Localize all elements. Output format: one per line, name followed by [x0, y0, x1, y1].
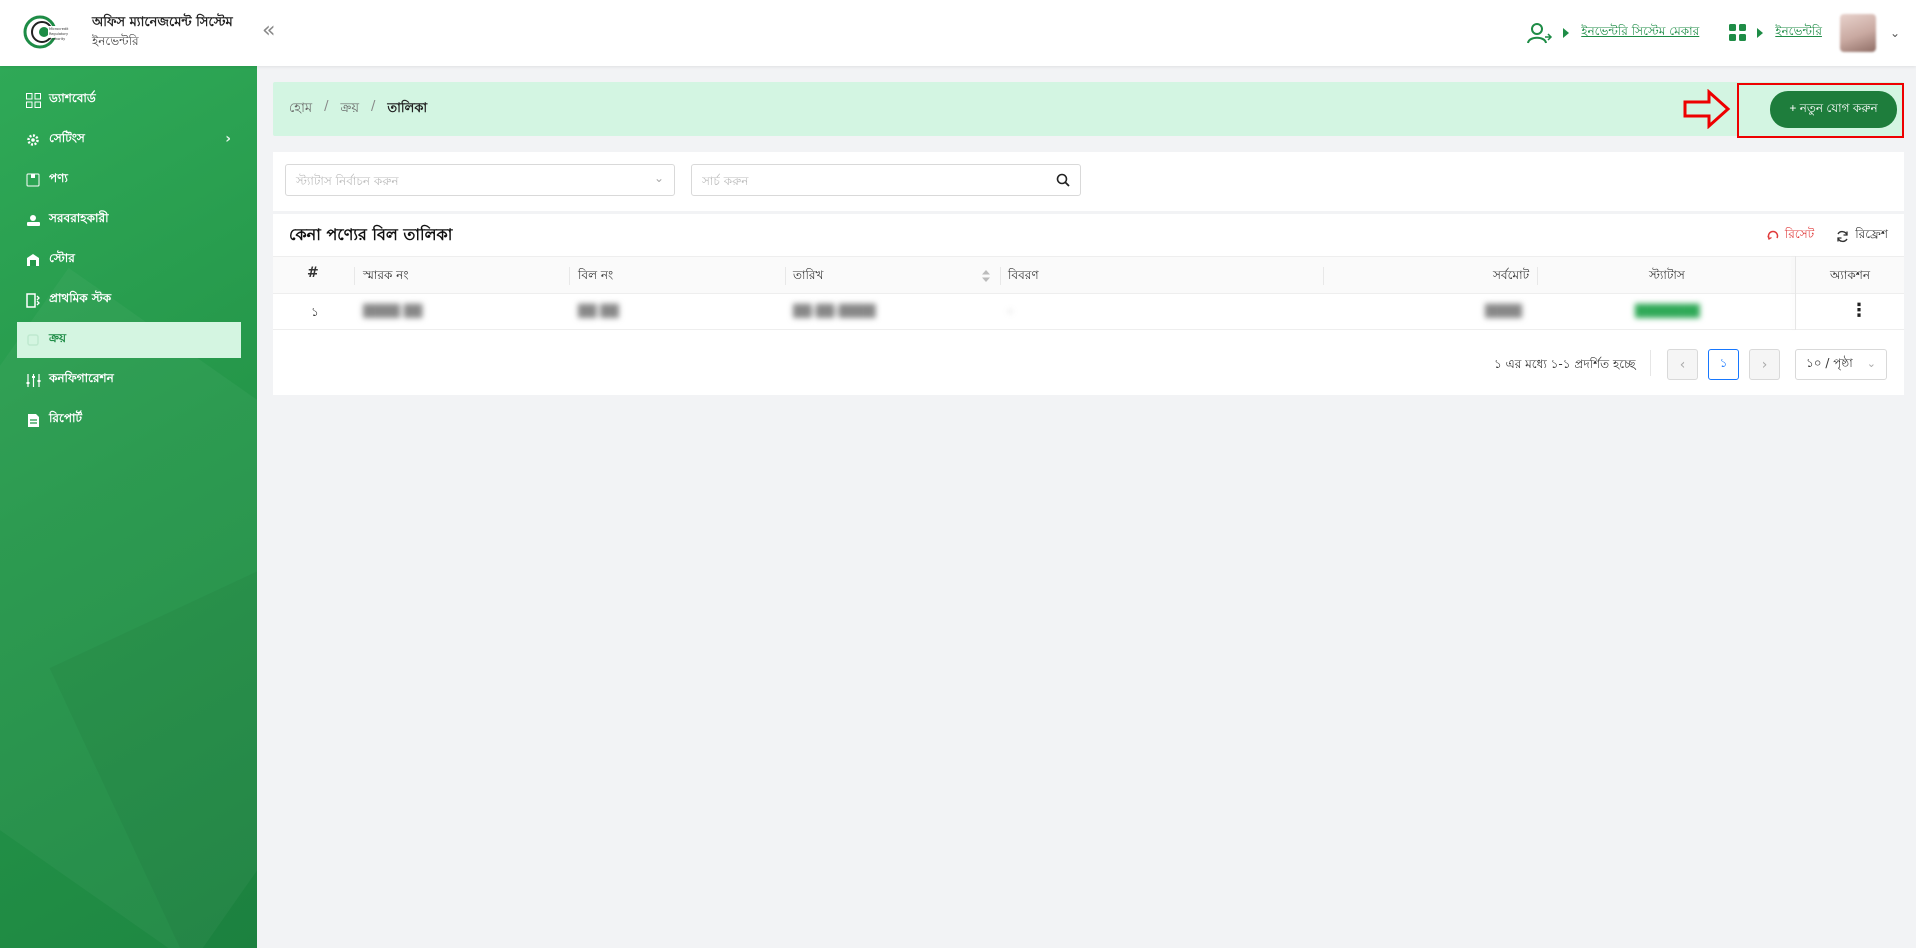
status-badge: ███████ [1635, 304, 1700, 318]
sidebar-item-label: ড্যাশবোর্ড [49, 91, 96, 105]
sidebar-item-report[interactable]: রিপোর্ট [17, 402, 241, 438]
table-panel: কেনা পণ্যের বিল তালিকা রিসেট রিফ্রেশ # স… [273, 214, 1904, 395]
store-icon [25, 252, 41, 268]
sidebar-item-supplier[interactable]: সরবরাহকারী [17, 202, 241, 238]
sidebar-item-settings[interactable]: সেটিংস › [17, 122, 241, 158]
collapse-sidebar-icon[interactable]: « [262, 18, 275, 43]
sidebar-item-store[interactable]: স্টোর [17, 242, 241, 278]
table-title: কেনা পণ্যের বিল তালিকা [289, 225, 453, 244]
search-input[interactable] [702, 171, 1042, 191]
top-header: Microcredit Regulatory Authority অফিস ম্… [0, 0, 1916, 66]
cell-index: ১ [311, 305, 319, 319]
col-action: অ্যাকশন [1830, 268, 1871, 282]
chevron-right-icon: › [225, 131, 231, 147]
cell-bill: ██ ██ [578, 304, 619, 318]
sidebar: ড্যাশবোর্ড সেটিংস › পণ্য সরবরাহকারী স্টো… [0, 66, 257, 948]
status-select-placeholder: স্ট্যাটাস নির্বাচন করুন [296, 174, 399, 188]
breadcrumb-bar: হোম / ক্রয় / তালিকা [273, 82, 1904, 136]
col-total: সর্বমোট [1493, 268, 1530, 282]
refresh-icon [1837, 230, 1848, 242]
cell-date: ██-██-████ [793, 304, 876, 318]
apps-grid-icon[interactable] [1729, 24, 1747, 42]
cell-details: - [1008, 304, 1013, 318]
caret-right-icon [1563, 28, 1570, 38]
product-icon [25, 172, 41, 188]
col-index: # [307, 265, 319, 281]
sidebar-item-label: প্রাথমিক স্টক [49, 291, 112, 305]
prev-page-button[interactable]: ‹ [1667, 349, 1698, 380]
user-role-link[interactable]: ইনভেন্টরি সিস্টেম মেকার [1581, 23, 1699, 43]
chevron-down-icon: ⌄ [1866, 357, 1876, 370]
table-actions: রিসেট রিফ্রেশ [1767, 226, 1888, 246]
app-title: অফিস ম্যানেজমেন্ট সিস্টেম [92, 15, 233, 30]
breadcrumb-parent[interactable]: ক্রয় [340, 99, 359, 120]
cell-memo: ████ ██ [363, 304, 423, 318]
sidebar-item-initial-stock[interactable]: প্রাথমিক স্টক [17, 282, 241, 318]
search-field [691, 164, 1081, 196]
status-select[interactable]: স্ট্যাটাস নির্বাচন করুন ⌄ [285, 164, 675, 196]
pagination-info: ১ এর মধ্যে ১-১ প্রদর্শিত হচ্ছে [1494, 357, 1636, 371]
breadcrumb: হোম / ক্রয় / তালিকা [289, 99, 427, 120]
sidebar-item-label: রিপোর্ট [49, 411, 83, 425]
next-page-button[interactable]: › [1749, 349, 1780, 380]
breadcrumb-current: তালিকা [387, 101, 428, 116]
sidebar-item-product[interactable]: পণ্য [17, 162, 241, 198]
sidebar-item-label: সরবরাহকারী [49, 211, 109, 225]
user-role-icon [1527, 23, 1553, 44]
pagination: ১ এর মধ্যে ১-১ প্রদর্শিত হচ্ছে ‹ ১ › ১০ … [273, 346, 1904, 380]
reset-label: রিসেট [1784, 227, 1815, 241]
refresh-button[interactable]: রিফ্রেশ [1836, 226, 1888, 246]
sidebar-item-label: কনফিগারেশন [49, 371, 114, 385]
caret-right-icon [1757, 28, 1764, 38]
sliders-icon [25, 372, 41, 388]
dashboard-icon [25, 92, 41, 108]
sort-icon[interactable] [982, 270, 990, 282]
col-status: স্ট্যাটাস [1649, 268, 1685, 282]
filter-panel: স্ট্যাটাস নির্বাচন করুন ⌄ [273, 152, 1904, 211]
report-icon [25, 412, 41, 428]
refresh-label: রিফ্রেশ [1855, 227, 1888, 241]
sidebar-item-dashboard[interactable]: ড্যাশবোর্ড [17, 82, 241, 118]
table-header: # স্মারক নং বিল নং তারিখ বিবরণ সর্বমোট স… [273, 256, 1904, 294]
chevron-down-icon: ⌄ [653, 171, 664, 185]
svg-text:Regulatory: Regulatory [49, 32, 68, 36]
sidebar-item-purchase[interactable]: ক্রয় [17, 322, 241, 358]
table-row[interactable]: ১ ████ ██ ██ ██ ██-██-████ - ████ ██████… [273, 294, 1904, 330]
breadcrumb-home[interactable]: হোম [289, 99, 312, 120]
supplier-icon [25, 212, 41, 228]
sidebar-item-configuration[interactable]: কনফিগারেশন [17, 362, 241, 398]
sidebar-item-label: ক্রয় [49, 331, 67, 345]
cell-total: ████ [1485, 304, 1522, 318]
reset-icon [1767, 230, 1779, 240]
sidebar-item-label: সেটিংস [49, 131, 85, 145]
col-date[interactable]: তারিখ [793, 267, 823, 287]
logo: Microcredit Regulatory Authority [23, 15, 70, 49]
purchase-icon [25, 332, 41, 348]
page-size-label: ১০ / পৃষ্ঠা [1806, 355, 1853, 370]
chevron-down-icon[interactable]: ⌄ [1890, 26, 1900, 40]
col-memo: স্মারক নং [363, 268, 409, 282]
header-right: ইনভেন্টরি সিস্টেম মেকার ইনভেন্টরি ⌄ [1527, 14, 1900, 52]
page-button-current[interactable]: ১ [1708, 349, 1739, 380]
svg-text:Authority: Authority [49, 37, 65, 41]
annotation-arrow-icon [1683, 89, 1731, 129]
app-subtitle: ইনভেন্টরি [92, 34, 139, 48]
gear-icon [25, 132, 41, 148]
reset-button[interactable]: রিসেট [1767, 226, 1814, 246]
col-bill: বিল নং [578, 268, 614, 282]
stock-icon [25, 292, 41, 308]
svg-text:Microcredit: Microcredit [49, 27, 69, 31]
search-icon[interactable] [1056, 173, 1070, 187]
add-new-button[interactable]: + নতুন যোগ করুন [1770, 91, 1897, 128]
col-details: বিবরণ [1008, 268, 1039, 282]
avatar[interactable] [1839, 14, 1876, 52]
module-link[interactable]: ইনভেন্টরি [1775, 23, 1822, 43]
more-actions-icon[interactable]: ⋮ [1850, 300, 1868, 321]
action-column-divider [1795, 256, 1796, 330]
sidebar-item-label: পণ্য [49, 171, 68, 185]
page-size-select[interactable]: ১০ / পৃষ্ঠা ⌄ [1795, 349, 1887, 380]
sidebar-item-label: স্টোর [49, 251, 75, 265]
